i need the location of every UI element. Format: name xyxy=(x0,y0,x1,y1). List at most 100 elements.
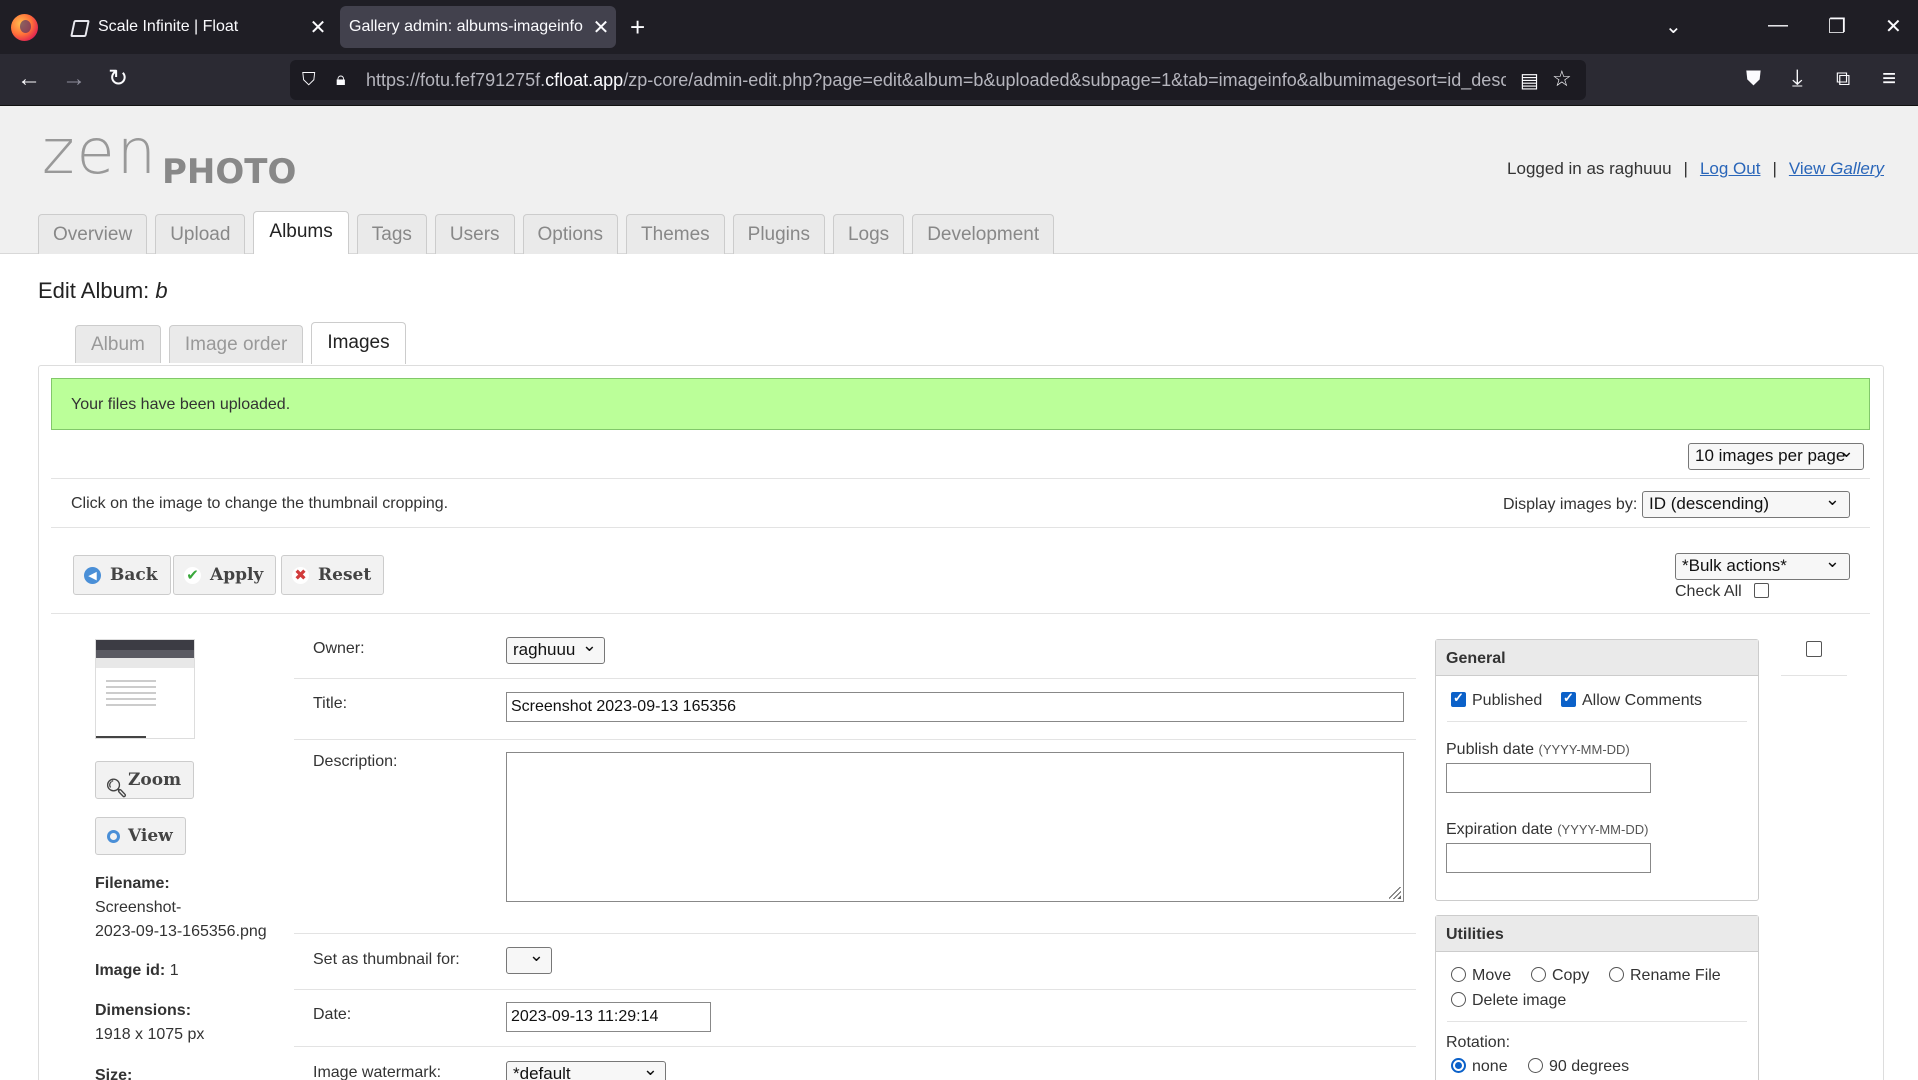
logout-link[interactable]: Log Out xyxy=(1700,159,1761,178)
back-arrow-icon[interactable]: ← xyxy=(17,66,41,92)
divider xyxy=(1447,1021,1747,1022)
view-button[interactable]: View xyxy=(95,817,186,855)
close-window-icon[interactable]: ✕ xyxy=(1885,14,1902,39)
forward-arrow-icon[interactable]: → xyxy=(62,66,86,92)
published-checkbox[interactable] xyxy=(1451,690,1466,707)
check-icon: ✔ xyxy=(184,567,201,584)
dimensions-info: Dimensions: 1918 x 1075 px xyxy=(95,1002,205,1043)
rotation-none-option[interactable]: none xyxy=(1451,1058,1508,1076)
check-all-label: Check All xyxy=(1675,583,1742,600)
divider xyxy=(294,739,1416,740)
tab-overview[interactable]: Overview xyxy=(38,214,148,254)
firefox-logo-icon[interactable] xyxy=(11,14,38,41)
extensions-icon[interactable]: ⧉ xyxy=(1836,66,1850,92)
reader-view-icon[interactable]: ▤ xyxy=(1520,68,1539,93)
divider xyxy=(1447,721,1747,722)
tab-development[interactable]: Development xyxy=(912,214,1055,254)
tab-users[interactable]: Users xyxy=(434,214,515,254)
publish-date-input[interactable] xyxy=(1446,763,1651,793)
rename-file-option[interactable]: Rename File xyxy=(1609,967,1721,985)
check-all-control[interactable]: Check All xyxy=(1675,583,1770,601)
minimize-window-icon[interactable]: — xyxy=(1768,14,1788,37)
divider xyxy=(51,613,1870,614)
subtab-images[interactable]: Images xyxy=(311,322,406,364)
image-select-checkbox[interactable] xyxy=(1806,641,1822,657)
zoom-button[interactable]: 🔍︎ Zoom xyxy=(95,761,195,799)
zenphoto-logo-photo: PHOTO xyxy=(162,152,297,192)
expiration-date-label: Expiration date (YYYY-MM-DD) xyxy=(1446,821,1649,838)
rotation-90-option[interactable]: 90 degrees xyxy=(1528,1058,1629,1076)
image-thumbnail[interactable] xyxy=(95,639,195,739)
bookmark-star-icon[interactable]: ☆ xyxy=(1552,66,1572,92)
address-bar[interactable]: ⛉ 🔒︎ https://fotu.fef791275f.cfloat.app/… xyxy=(290,60,1586,100)
close-tab-icon[interactable]: ✕ xyxy=(303,15,333,40)
allow-comments-option[interactable]: Allow Comments xyxy=(1561,690,1702,710)
move-option[interactable]: Move xyxy=(1451,967,1511,985)
move-radio[interactable] xyxy=(1451,967,1466,982)
delete-image-radio[interactable] xyxy=(1451,992,1466,1007)
tab-options[interactable]: Options xyxy=(522,214,619,254)
zenphoto-logo: zen xyxy=(42,115,158,188)
thumbnail-for-label: Set as thumbnail for: xyxy=(313,951,460,968)
browser-nav-bar: ← → ↻ ⛉ 🔒︎ https://fotu.fef791275f.cfloa… xyxy=(0,54,1918,106)
login-info: Logged in as raghuuu | Log Out | View Galler… xyxy=(1507,159,1884,178)
thumbnail-crop-hint: Click on the image to change the thumbna… xyxy=(71,495,449,512)
general-panel-title: General xyxy=(1436,640,1758,676)
reset-icon: ✖ xyxy=(292,567,309,584)
copy-radio[interactable] xyxy=(1531,967,1546,982)
reload-icon[interactable]: ↻ xyxy=(108,66,128,92)
magnifier-icon: 🔍︎ xyxy=(105,778,128,799)
app-menu-icon[interactable]: ≡ xyxy=(1882,66,1896,92)
publish-date-label: Publish date (YYYY-MM-DD) xyxy=(1446,741,1630,758)
owner-select[interactable]: raghuuu xyxy=(506,635,605,664)
bulk-actions-select[interactable]: *Bulk actions* xyxy=(1675,551,1850,580)
size-info: Size: xyxy=(95,1067,133,1080)
published-option[interactable]: Published xyxy=(1451,690,1542,710)
allow-comments-checkbox[interactable] xyxy=(1561,690,1576,707)
back-button[interactable]: ◀ Back xyxy=(73,555,171,595)
tab-plugins[interactable]: Plugins xyxy=(732,214,825,254)
restore-window-icon[interactable]: ❐ xyxy=(1828,14,1846,39)
tab-themes[interactable]: Themes xyxy=(626,214,725,254)
reset-button[interactable]: ✖ Reset xyxy=(281,555,385,595)
watermark-select[interactable]: *default xyxy=(506,1059,666,1080)
delete-image-option[interactable]: Delete image xyxy=(1451,992,1566,1010)
view-gallery-link[interactable]: View Gallery xyxy=(1789,159,1884,178)
owner-label: Owner: xyxy=(313,640,365,657)
subtab-image-order[interactable]: Image order xyxy=(168,325,304,363)
rename-file-radio[interactable] xyxy=(1609,967,1624,982)
tab-tags[interactable]: Tags xyxy=(356,214,427,254)
date-input[interactable]: 2023-09-13 11:29:14 xyxy=(506,1002,711,1032)
site-lock-icon[interactable]: 🔒︎ xyxy=(336,69,346,90)
browser-tab-float[interactable]: Scale Infinite | Float ✕ xyxy=(55,6,333,48)
tab-albums[interactable]: Albums xyxy=(253,211,349,254)
pocket-icon[interactable]: ⛊ xyxy=(1746,66,1761,92)
rotation-none-radio[interactable] xyxy=(1451,1058,1466,1073)
images-per-page-select[interactable]: 10 images per page xyxy=(1688,441,1864,470)
tracking-protection-shield-icon[interactable]: ⛉ xyxy=(302,69,316,90)
browser-tab-gallery-admin[interactable]: Gallery admin: albums-imageinfo ✕ xyxy=(340,6,616,48)
description-textarea[interactable] xyxy=(506,752,1404,902)
close-tab-icon[interactable]: ✕ xyxy=(586,15,616,40)
check-all-checkbox[interactable] xyxy=(1754,583,1770,598)
album-name: b xyxy=(155,278,168,303)
rotation-90-radio[interactable] xyxy=(1528,1058,1543,1073)
thumbnail-for-select[interactable] xyxy=(506,945,552,974)
list-all-tabs-icon[interactable]: ⌄ xyxy=(1665,14,1682,39)
new-tab-icon[interactable]: + xyxy=(630,14,645,40)
expiration-date-input[interactable] xyxy=(1446,843,1651,873)
tab-upload[interactable]: Upload xyxy=(155,214,246,254)
subtab-album[interactable]: Album xyxy=(75,325,161,363)
divider xyxy=(294,1046,1416,1047)
tab-logs[interactable]: Logs xyxy=(832,214,905,254)
display-images-by-select[interactable]: ID (descending) xyxy=(1642,489,1850,518)
url-text[interactable]: https://fotu.fef791275f.cfloat.app/zp-co… xyxy=(366,70,1506,91)
copy-option[interactable]: Copy xyxy=(1531,967,1589,985)
image-id-info: Image id: 1 xyxy=(95,962,179,979)
view-circle-icon xyxy=(107,830,120,843)
float-favicon-icon xyxy=(70,19,88,35)
downloads-icon[interactable]: ⤓ xyxy=(1792,66,1803,92)
title-input[interactable]: Screenshot 2023-09-13 165356 xyxy=(506,692,1404,722)
apply-button[interactable]: ✔ Apply xyxy=(173,555,277,595)
title-label: Title: xyxy=(313,695,348,712)
